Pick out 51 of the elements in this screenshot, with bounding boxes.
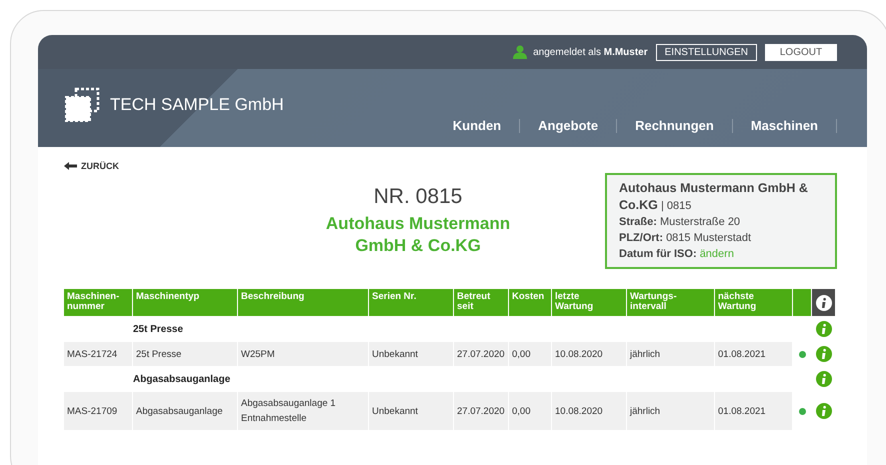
- nav-link[interactable]: Maschinen: [732, 119, 837, 133]
- nav-link[interactable]: Kunden: [434, 119, 520, 133]
- group-title: Abgasabsauganlage: [133, 374, 230, 384]
- table-cell: MAS-21709: [64, 392, 132, 430]
- table-cell: jährlich: [627, 342, 714, 366]
- table-cell: 10.08.2020: [552, 392, 626, 430]
- table-cell: 27.07.2020: [454, 342, 508, 366]
- column-header: Betreut seit: [454, 289, 508, 316]
- field-value: Musterstraße 20: [660, 216, 740, 228]
- group-title: 25t Presse: [133, 324, 184, 334]
- table-cell: 0,00: [509, 342, 551, 366]
- table-cell: Unbekannt: [369, 342, 453, 366]
- table-cell: Abgasabsauganlage: [133, 392, 237, 430]
- table-cell: 01.08.2021: [715, 392, 792, 430]
- column-header: [793, 289, 811, 316]
- table-cell: 0,00: [509, 392, 551, 430]
- card-heading: Autohaus Mustermann GmbH & Co.KG | 0815: [619, 180, 809, 214]
- record-number: NR. 0815: [372, 185, 464, 209]
- column-header: Beschreibung: [238, 289, 368, 316]
- table-cell: 10.08.2020: [552, 342, 626, 366]
- nav-link[interactable]: Angebote: [520, 119, 618, 133]
- company-name: TECH SAMPLE GmbH: [110, 95, 284, 115]
- nav-link[interactable]: Rechnungen: [617, 119, 733, 133]
- column-header: Maschinentyp: [133, 289, 237, 316]
- user-icon: [513, 45, 528, 59]
- back-arrow-icon: [64, 162, 77, 170]
- logout-button[interactable]: LOGOUT: [765, 44, 837, 60]
- table-cell: Unbekannt: [369, 392, 453, 430]
- table-cell: jährlich: [627, 392, 714, 430]
- field-label: Datum für ISO:: [619, 248, 697, 260]
- field-value: 0815 Musterstadt: [666, 232, 752, 244]
- table-cell: 01.08.2021: [715, 342, 792, 366]
- field-label: Straße:: [619, 216, 657, 228]
- column-header: Wartungs- intervall: [627, 289, 714, 316]
- table-cell: W25PM: [238, 342, 368, 366]
- settings-button[interactable]: EINSTELLUNGEN: [656, 44, 757, 60]
- column-header: Maschinen- nummer: [64, 289, 132, 316]
- table-cell: MAS-21724: [64, 342, 132, 366]
- table-cell: 25t Presse: [133, 342, 237, 366]
- column-header: Serien Nr.: [369, 289, 453, 316]
- field-label: PLZ/Ort:: [619, 232, 663, 244]
- back-link[interactable]: ZURÜCK: [64, 161, 837, 171]
- column-header: letzte Wartung: [552, 289, 626, 316]
- logo-icon: [62, 85, 102, 125]
- column-header: Kosten: [509, 289, 551, 316]
- table-cell: 27.07.2020: [454, 392, 508, 430]
- login-status: angemeldet als M.Muster: [533, 46, 648, 58]
- info-icon[interactable]: [816, 294, 832, 310]
- table-cell: Abgasabsauganlage 1 Entnahmestelle: [238, 392, 368, 430]
- customer-name: Autohaus Mustermann GmbH & Co.KG: [324, 213, 512, 257]
- column-header: nächste Wartung: [715, 289, 792, 316]
